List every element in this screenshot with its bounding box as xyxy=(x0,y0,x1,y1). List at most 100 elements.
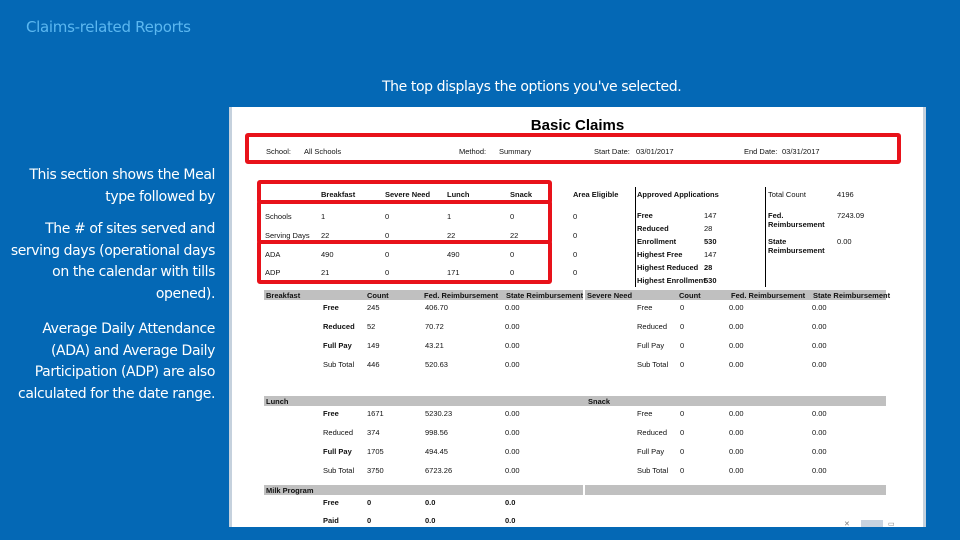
row-label: Sub Total xyxy=(323,360,355,369)
col-count: Count xyxy=(367,291,389,300)
state-reimbursement-value: 0.00 xyxy=(837,237,852,246)
fed-reimbursement-value: 7243.09 xyxy=(837,211,865,220)
normal-view-icon[interactable] xyxy=(861,520,883,527)
row-fed: 0.00 xyxy=(729,303,744,312)
app-label: Highest Reduced xyxy=(637,263,699,272)
row-count: 149 xyxy=(367,341,380,350)
row-label: Free xyxy=(637,303,653,312)
row-fed: 0.0 xyxy=(425,498,436,507)
row-state: 0.00 xyxy=(505,303,520,312)
row-label: Paid xyxy=(323,516,339,525)
total-count-value: 4196 xyxy=(837,190,854,199)
row-label: Free xyxy=(637,409,653,418)
row-label: Reduced xyxy=(637,428,668,437)
summary-cell: 0 xyxy=(510,250,515,259)
row-label: Reduced xyxy=(637,322,668,331)
row-label: Full Pay xyxy=(323,447,352,456)
summary-row-label: ADP xyxy=(265,268,281,277)
row-state: 0.00 xyxy=(812,447,827,456)
close-icon[interactable]: ✕ xyxy=(844,520,850,527)
col-state: State Reimbursement xyxy=(506,291,584,300)
section-band-breakfast: Breakfast Count Fed. Reimbursement State… xyxy=(264,290,583,300)
row-count: 52 xyxy=(367,322,376,331)
summary-row-label: ADA xyxy=(265,250,281,259)
row-label: Free xyxy=(323,498,339,507)
row-state: 0.00 xyxy=(812,466,827,475)
row-count: 245 xyxy=(367,303,380,312)
row-fed: 520.63 xyxy=(425,360,448,369)
row-label: Free xyxy=(323,303,339,312)
app-value: 28 xyxy=(704,263,713,272)
row-fed: 0.00 xyxy=(729,466,744,475)
summary-cell: 22 xyxy=(510,231,519,240)
summary-cell: 0 xyxy=(573,268,578,277)
row-fed: 6723.26 xyxy=(425,466,453,475)
summary-cell: 21 xyxy=(321,268,330,277)
row-state: 0.00 xyxy=(505,341,520,350)
row-state: 0.00 xyxy=(812,341,827,350)
section-name: Severe Need xyxy=(587,291,633,300)
row-state: 0.0 xyxy=(505,516,516,525)
summary-cell: 0 xyxy=(510,212,515,221)
row-fed: 0.00 xyxy=(729,428,744,437)
app-label: Highest Free xyxy=(637,250,683,259)
summary-cell: 171 xyxy=(447,268,460,277)
row-count: 374 xyxy=(367,428,380,437)
slide-title: Claims-related Reports xyxy=(26,18,191,36)
row-label: Reduced xyxy=(323,322,355,331)
summary-cell: 490 xyxy=(321,250,334,259)
app-value: 530 xyxy=(704,237,717,246)
state-reimbursement-label: State Reimbursement xyxy=(768,237,825,255)
summary-cell: 0 xyxy=(573,212,578,221)
divider xyxy=(635,187,636,287)
row-label: Sub Total xyxy=(637,360,669,369)
total-count-label: Total Count xyxy=(768,190,806,199)
col-fed: Fed. Reimbursement xyxy=(731,291,806,300)
row-count: 0 xyxy=(367,498,372,507)
row-count: 446 xyxy=(367,360,380,369)
row-fed: 0.0 xyxy=(425,516,436,525)
summary-row-label: Schools xyxy=(265,212,292,221)
row-fed: 998.56 xyxy=(425,428,448,437)
row-fed: 43.21 xyxy=(425,341,444,350)
row-state: 0.00 xyxy=(812,322,827,331)
row-fed: 406.70 xyxy=(425,303,448,312)
row-count: 0 xyxy=(680,322,685,331)
row-fed: 0.00 xyxy=(729,409,744,418)
row-label: Full Pay xyxy=(637,341,665,350)
row-label: Reduced xyxy=(323,428,354,437)
row-fed: 0.00 xyxy=(729,322,744,331)
summary-cell: 0 xyxy=(385,212,390,221)
row-state: 0.00 xyxy=(812,428,827,437)
section-band-lunch-snack: Lunch Snack xyxy=(264,396,886,406)
note-sites-days: The # of sites served and serving days (… xyxy=(10,221,216,302)
note-ada-adp: Average Daily Attendance (ADA) and Avera… xyxy=(18,321,215,402)
row-fed: 0.00 xyxy=(729,360,744,369)
row-count: 0 xyxy=(680,428,685,437)
app-label: Reduced xyxy=(637,224,669,233)
row-state: 0.0 xyxy=(505,498,516,507)
row-fed: 70.72 xyxy=(425,322,444,331)
summary-cell: 0 xyxy=(510,268,515,277)
row-state: 0.00 xyxy=(505,409,520,418)
page-view-icon[interactable]: ▭ xyxy=(888,520,895,527)
row-count: 1671 xyxy=(367,409,384,418)
col-fed: Fed. Reimbursement xyxy=(424,291,499,300)
col-state: State Reimbursement xyxy=(813,291,891,300)
report-title: Basic Claims xyxy=(530,117,625,134)
row-label: Full Pay xyxy=(323,341,352,350)
highlight-params xyxy=(245,133,901,164)
section-name: Milk Program xyxy=(266,486,314,495)
row-label: Free xyxy=(323,409,339,418)
summary-cell: 0 xyxy=(385,268,390,277)
fed-reimbursement-label: Fed. Reimbursement xyxy=(768,211,825,229)
app-value: 147 xyxy=(704,211,717,220)
row-fed: 494.45 xyxy=(425,447,448,456)
section-name: Breakfast xyxy=(266,291,301,300)
row-count: 0 xyxy=(680,409,685,418)
row-state: 0.00 xyxy=(812,303,827,312)
section-name-lunch: Lunch xyxy=(266,397,289,406)
row-count: 0 xyxy=(367,516,372,525)
summary-cell: 490 xyxy=(447,250,460,259)
row-count: 3750 xyxy=(367,466,384,475)
